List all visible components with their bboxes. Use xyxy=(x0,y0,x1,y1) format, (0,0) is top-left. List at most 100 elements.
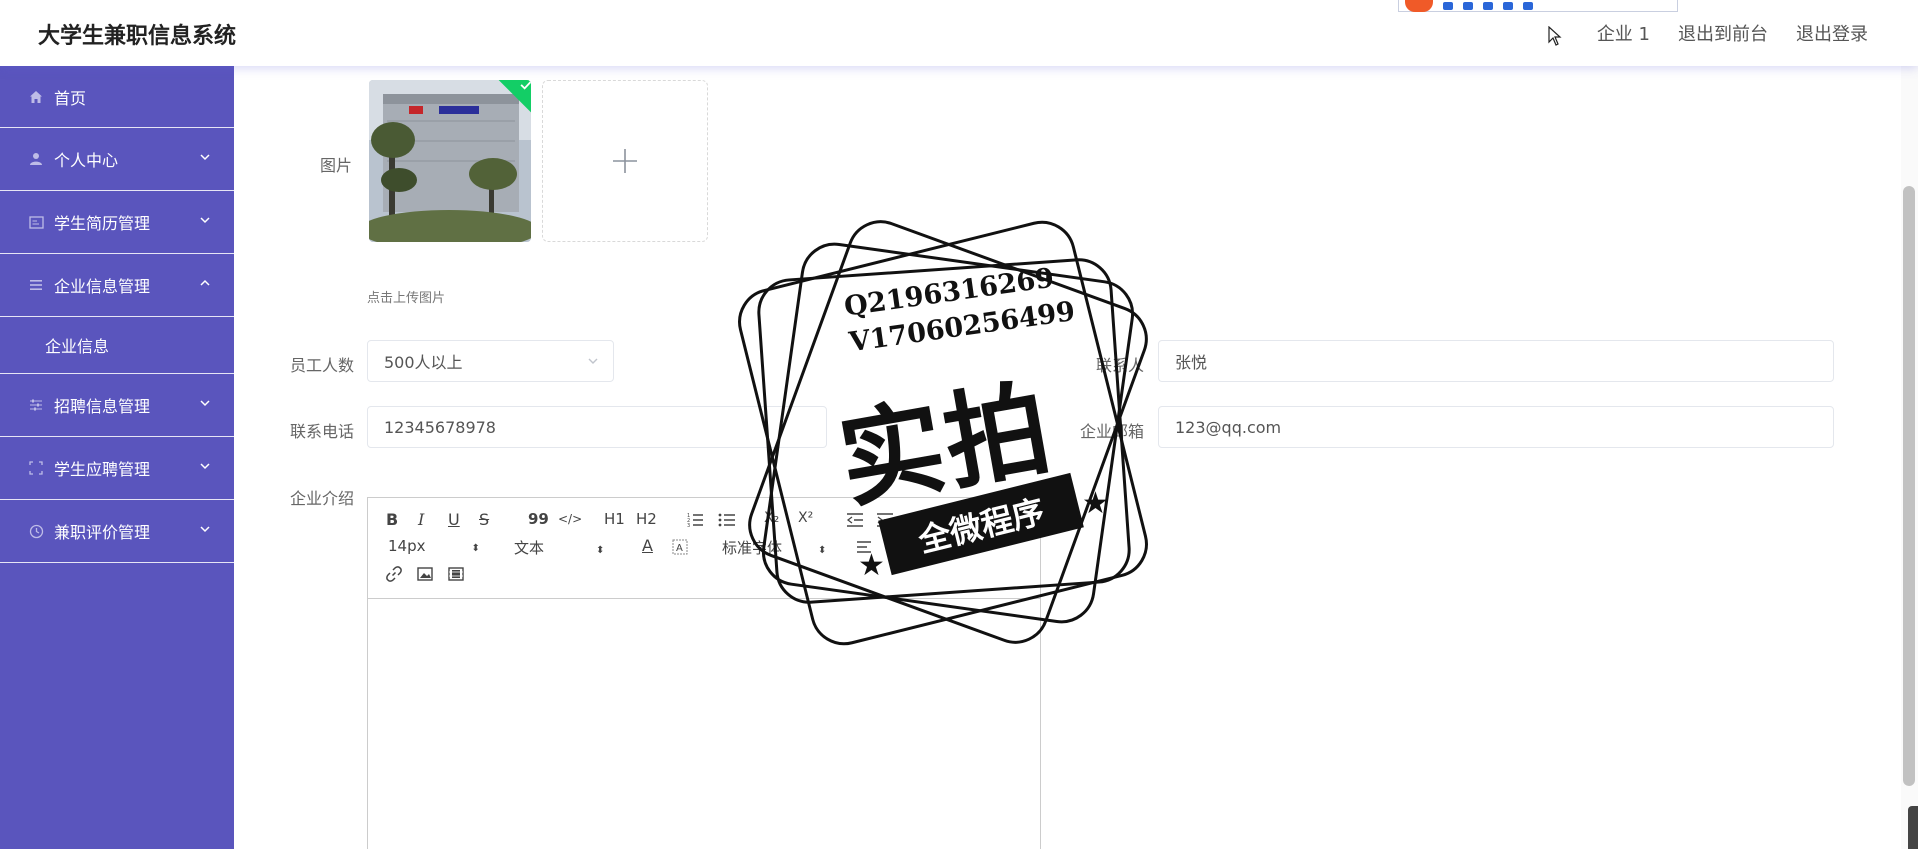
ordered-list-icon[interactable]: 123 xyxy=(686,512,704,528)
editor-toolbar: B I U S 99 </> H1 H2 123 X₂ X² 14px ⬍ 文本 ⬍… xyxy=(368,498,1040,599)
subscript-button[interactable]: X₂ xyxy=(764,510,779,526)
contact-value: 张悦 xyxy=(1175,353,1208,372)
select-arrows-icon: ⬍ xyxy=(596,545,605,556)
sidebar-item-label: 兼职评价管理 xyxy=(54,523,151,542)
sidebar-item-recruitment[interactable]: 招聘信息管理 xyxy=(0,374,234,437)
outdent-icon[interactable] xyxy=(846,512,864,528)
home-icon xyxy=(28,89,44,105)
intro-label: 企业介绍 xyxy=(290,489,355,508)
font-family-value: 标准字体 xyxy=(722,539,783,557)
heading2-button[interactable]: H2 xyxy=(636,510,657,528)
phone-label: 联系电话 xyxy=(290,422,355,441)
font-color-button[interactable]: A xyxy=(642,536,653,555)
font-family-select[interactable]: 标准字体 ⬍ xyxy=(722,537,826,558)
sidebar-subitem-label: 企业信息 xyxy=(45,337,110,356)
recorder-icon[interactable] xyxy=(1405,0,1433,12)
chevron-down-icon xyxy=(200,400,210,407)
mouse-cursor-icon xyxy=(1548,26,1562,46)
chevron-down-icon xyxy=(200,463,210,470)
employees-value: 500人以上 xyxy=(384,353,463,372)
resume-icon xyxy=(28,214,44,230)
sidebar-item-applications[interactable]: 学生应聘管理 xyxy=(0,437,234,500)
list-icon xyxy=(28,277,44,293)
video-icon[interactable] xyxy=(448,567,464,581)
sidebar-item-label: 招聘信息管理 xyxy=(54,397,151,416)
underline-button[interactable]: U xyxy=(448,510,460,529)
uploaded-image-thumbnail[interactable] xyxy=(369,80,531,242)
sidebar-item-label: 学生简历管理 xyxy=(54,214,151,233)
link-icon[interactable] xyxy=(386,566,402,582)
plus-icon xyxy=(613,149,637,173)
image-label: 图片 xyxy=(320,156,353,175)
toolbar-tool-icon[interactable] xyxy=(1463,1,1473,10)
upload-hint: 点击上传图片 xyxy=(367,291,446,306)
font-size-select[interactable]: 14px ⬍ xyxy=(388,537,480,555)
toolbar-tool-icon[interactable] xyxy=(1503,1,1513,10)
select-arrows-icon: ⬍ xyxy=(818,545,827,556)
phone-value: 12345678978 xyxy=(384,417,496,437)
sidebar: 首页 个人中心 学生简历管理 企业信息管理 企业信息 招聘信息管理 学生应聘管理… xyxy=(0,66,234,849)
sidebar-item-company[interactable]: 企业信息管理 xyxy=(0,254,234,317)
sliders-icon xyxy=(28,397,44,413)
blockquote-button[interactable]: 99 xyxy=(528,510,549,528)
current-user[interactable]: 企业 1 xyxy=(1597,20,1650,46)
bullet-list-icon[interactable] xyxy=(718,512,736,528)
phone-field[interactable]: 12345678978 xyxy=(367,406,827,448)
top-header: 大学生兼职信息系统 企业 1 退出到前台 退出登录 xyxy=(0,0,1918,66)
clock-icon xyxy=(28,523,44,539)
superscript-button[interactable]: X² xyxy=(798,510,813,526)
code-button[interactable]: </> xyxy=(558,512,582,526)
block-type-value: 文本 xyxy=(514,539,545,557)
select-arrows-icon: ⬍ xyxy=(471,543,480,554)
sidebar-item-label: 学生应聘管理 xyxy=(54,460,151,479)
align-icon[interactable] xyxy=(856,540,872,554)
sidebar-item-reviews[interactable]: 兼职评价管理 xyxy=(0,500,234,563)
sidebar-item-profile[interactable]: 个人中心 xyxy=(0,128,234,191)
chevron-down-icon xyxy=(588,358,598,364)
check-icon xyxy=(520,80,531,90)
sidebar-item-label: 个人中心 xyxy=(54,151,119,170)
sidebar-item-resume[interactable]: 学生简历管理 xyxy=(0,191,234,254)
rich-text-editor[interactable]: B I U S 99 </> H1 H2 123 X₂ X² 14px ⬍ 文本 ⬍… xyxy=(367,497,1041,849)
scrollbar-thumb[interactable] xyxy=(1903,186,1915,786)
sidebar-subitem-company-info[interactable]: 企业信息 xyxy=(0,317,234,374)
chevron-down-icon xyxy=(200,526,210,533)
strike-button[interactable]: S xyxy=(479,510,489,529)
toolbar-tool-icon[interactable] xyxy=(1443,1,1453,10)
building-photo xyxy=(369,80,531,242)
fullscreen-icon xyxy=(28,460,44,476)
floating-toolbar[interactable] xyxy=(1398,0,1678,12)
upload-image-button[interactable] xyxy=(542,80,708,242)
employees-select[interactable]: 500人以上 xyxy=(367,340,614,382)
block-type-select[interactable]: 文本 ⬍ xyxy=(514,537,604,558)
exit-to-front-link[interactable]: 退出到前台 xyxy=(1678,20,1768,46)
logout-link[interactable]: 退出登录 xyxy=(1796,20,1868,46)
svg-text:A: A xyxy=(676,543,683,554)
heading1-button[interactable]: H1 xyxy=(604,510,625,528)
image-icon[interactable] xyxy=(417,567,433,581)
chevron-up-icon xyxy=(200,279,210,286)
sidebar-item-label: 首页 xyxy=(54,88,87,108)
editor-body[interactable] xyxy=(368,599,1040,851)
font-size-value: 14px xyxy=(388,537,426,555)
sidebar-item-label: 企业信息管理 xyxy=(54,277,151,296)
toolbar-tool-icon[interactable] xyxy=(1523,1,1533,10)
sidebar-item-home[interactable]: 首页 xyxy=(0,66,234,128)
email-label: 企业邮箱 xyxy=(1080,422,1145,441)
corner-widget xyxy=(1908,806,1918,849)
chevron-down-icon xyxy=(200,217,210,224)
employees-label: 员工人数 xyxy=(290,356,355,375)
toolbar-tool-icon[interactable] xyxy=(1483,1,1493,10)
email-value: 123@qq.com xyxy=(1175,417,1282,437)
chevron-down-icon xyxy=(200,154,210,161)
italic-button[interactable]: I xyxy=(418,510,424,529)
app-title: 大学生兼职信息系统 xyxy=(38,24,237,49)
email-field[interactable]: 123@qq.com xyxy=(1158,406,1834,448)
contact-label: 联系人 xyxy=(1096,356,1145,375)
contact-field[interactable]: 张悦 xyxy=(1158,340,1834,382)
indent-icon[interactable] xyxy=(876,512,894,528)
background-color-icon[interactable]: A xyxy=(672,539,688,555)
user-icon xyxy=(28,151,44,167)
svg-text:3: 3 xyxy=(687,523,690,528)
bold-button[interactable]: B xyxy=(386,510,398,529)
